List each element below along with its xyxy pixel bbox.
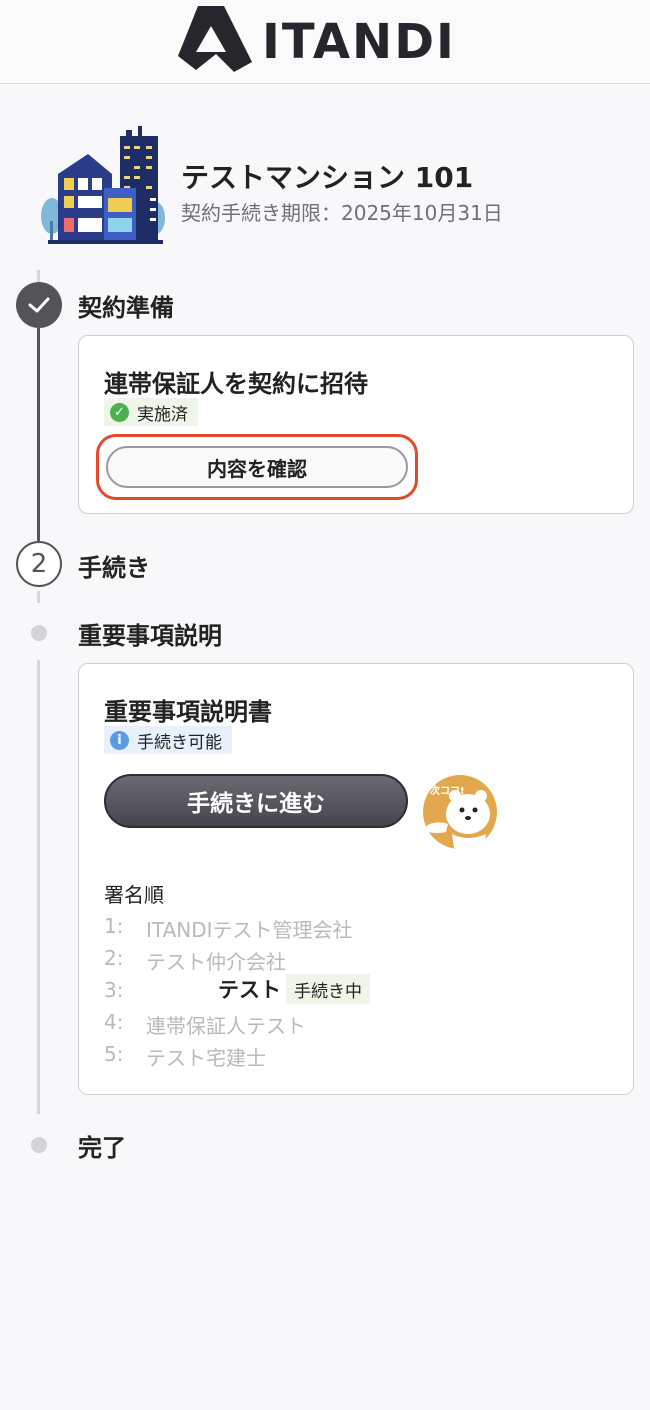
card-title: 重要事項説明書 <box>104 698 272 726</box>
next-here-mascot-icon: 次ココ! <box>423 775 497 850</box>
guarantor-invite-card: 連帯保証人を契約に招待 ✓ 実施済 内容を確認 <box>78 335 634 514</box>
check-icon <box>28 297 50 313</box>
substep-label-explanation: 重要事項説明 <box>78 622 222 650</box>
substep-marker <box>31 625 47 641</box>
step-number-marker: 2 <box>16 541 62 587</box>
info-icon: i <box>110 730 129 750</box>
timeline-rail-top <box>37 270 40 282</box>
signing-order-name: テスト宅建士 <box>146 1046 266 1070</box>
signing-order-number: 3: <box>104 978 124 1002</box>
highlight-outline: 内容を確認 <box>96 434 418 500</box>
signing-order-item-current: 3: テスト 手続き中 <box>104 974 584 1006</box>
step-label-preparation: 契約準備 <box>78 294 174 322</box>
signing-order-number: 4: <box>104 1010 124 1034</box>
property-name: テストマンション 101 <box>181 161 474 194</box>
explanation-document-card: 重要事項説明書 i 手続き可能 手続きに進む 次ココ! 署名順 1: ITAND… <box>78 663 634 1095</box>
status-badge-text: 手続き可能 <box>137 732 222 753</box>
final-step-marker <box>31 1137 47 1153</box>
in-progress-tag: 手続き中 <box>286 974 370 1004</box>
contract-deadline: 契約手続き期限：2025年10月31日 <box>181 201 503 225</box>
status-badge: i 手続き可能 <box>104 726 232 754</box>
status-badge-text: 実施済 <box>137 404 188 425</box>
card-title: 連帯保証人を契約に招待 <box>104 370 368 398</box>
signing-order-item: 4: 連帯保証人テスト <box>104 1006 584 1038</box>
step-completed-marker <box>16 282 62 328</box>
signing-order-number: 2: <box>104 946 124 970</box>
signing-order-item: 2: テスト仲介会社 <box>104 942 584 974</box>
check-circle-icon: ✓ <box>110 402 129 422</box>
itandi-logo: ITANDI <box>176 4 476 74</box>
timeline-rail-segment <box>37 591 40 603</box>
step-label-procedure: 手続き <box>78 554 150 582</box>
mascot-text: 次ココ! <box>430 784 465 797</box>
signing-order-name: テスト仲介会社 <box>146 950 286 974</box>
step-label-complete: 完了 <box>78 1134 126 1162</box>
signing-order-number: 5: <box>104 1042 124 1066</box>
proceed-button[interactable]: 手続きに進む <box>104 774 408 828</box>
timeline-rail-completed <box>37 328 40 541</box>
itandi-logo-mark-icon <box>178 6 252 72</box>
signing-order-number: 1: <box>104 914 124 938</box>
confirm-contents-button[interactable]: 内容を確認 <box>106 446 408 488</box>
signing-order-item: 5: テスト宅建士 <box>104 1038 584 1070</box>
signing-order-title: 署名順 <box>104 883 164 907</box>
app-header: ITANDI <box>0 0 650 84</box>
timeline-rail-pending <box>37 660 40 1114</box>
signing-order-item: 1: ITANDIテスト管理会社 <box>104 910 584 942</box>
building-illustration-icon <box>41 126 165 244</box>
status-badge: ✓ 実施済 <box>104 398 198 426</box>
logo-text: ITANDI <box>262 14 456 70</box>
signing-order-name: ITANDIテスト管理会社 <box>146 918 353 942</box>
signing-order-name: 連帯保証人テスト <box>146 1014 306 1038</box>
signing-order-name: テスト <box>218 978 281 1002</box>
